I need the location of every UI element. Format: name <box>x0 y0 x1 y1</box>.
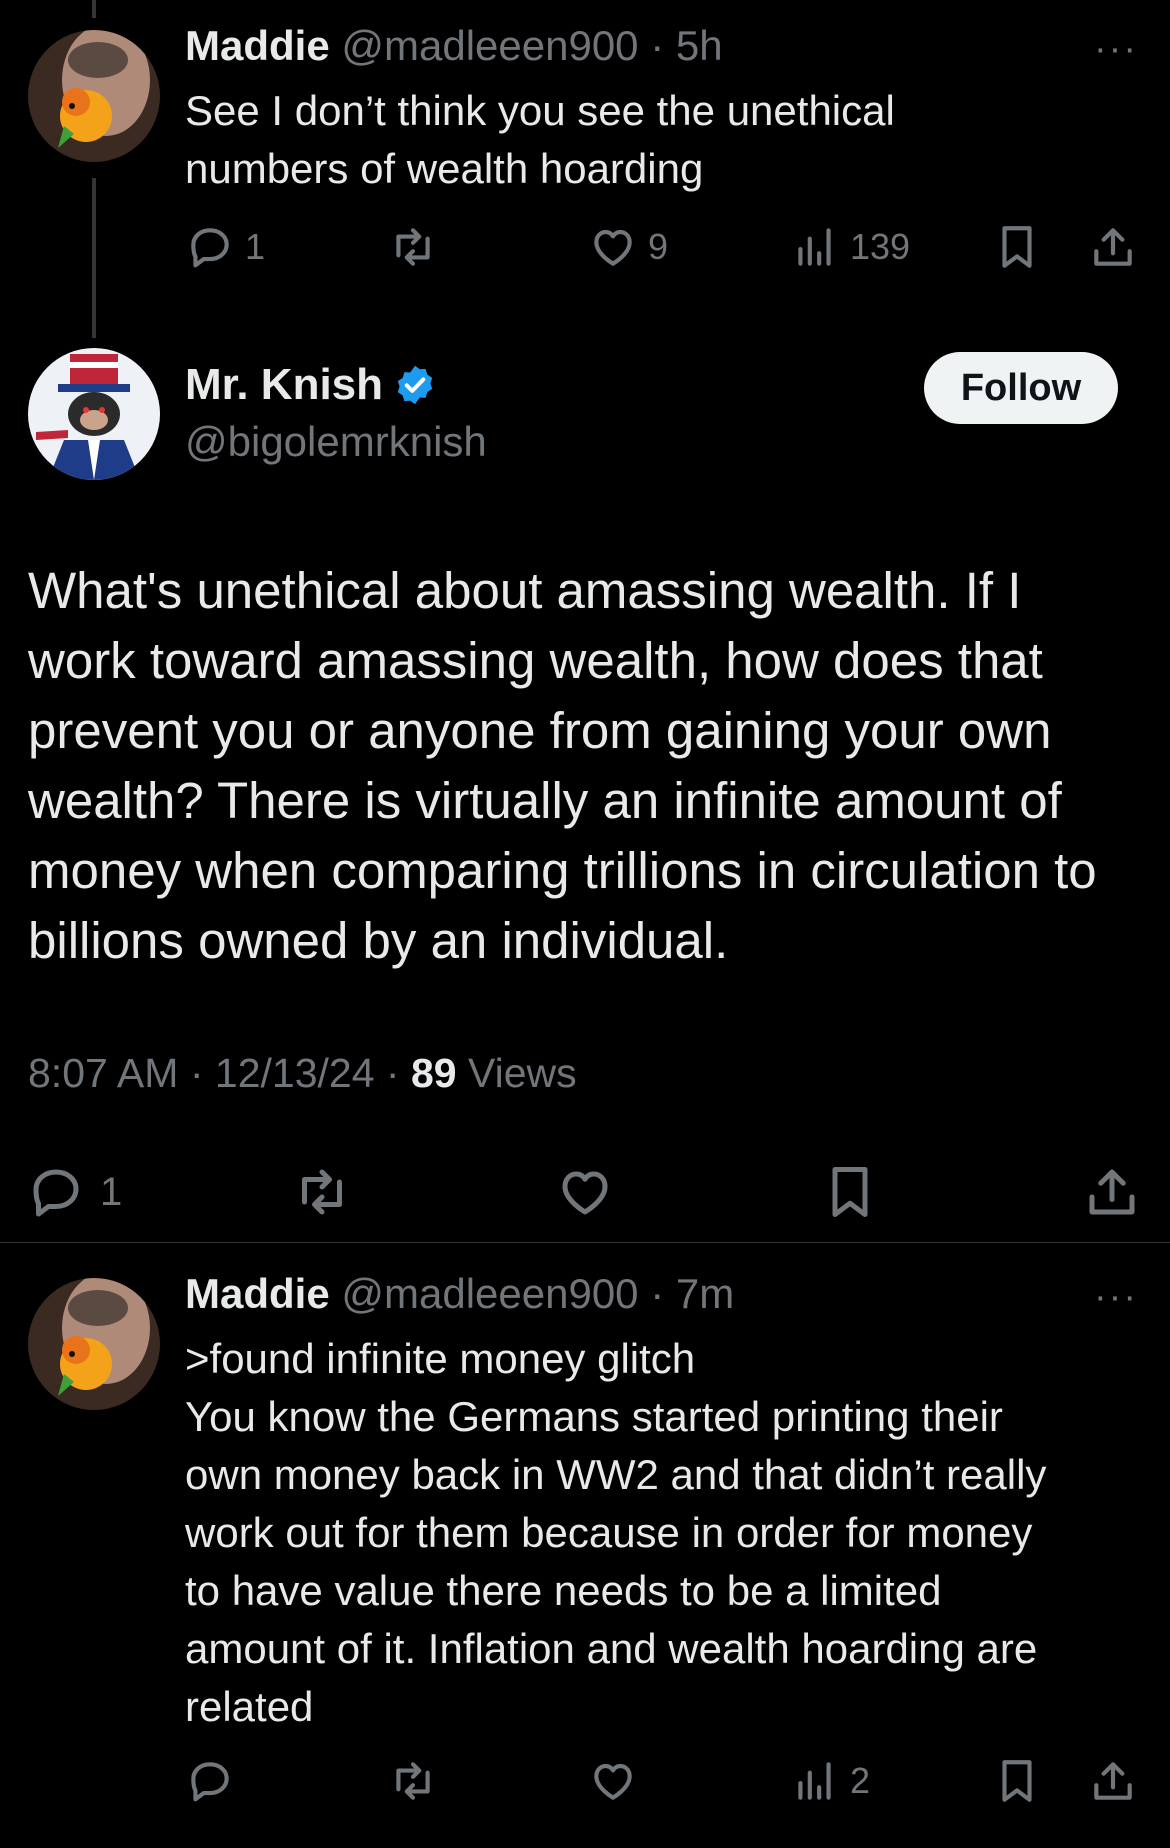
reply-icon <box>33 1169 79 1217</box>
tweet-time[interactable]: 8:07 AM <box>28 1050 178 1096</box>
share-button[interactable] <box>1088 1756 1138 1806</box>
author-name[interactable]: Maddie <box>185 1270 330 1317</box>
separator-dot: · <box>385 1050 400 1096</box>
share-icon <box>1089 1169 1135 1215</box>
more-options-icon[interactable]: ··· <box>1094 28 1138 71</box>
view-count: 2 <box>850 1760 871 1801</box>
tweet-text-line: own money back in WW2 and that didn’t re… <box>185 1451 1047 1498</box>
reply-button[interactable]: 1 <box>26 1162 122 1222</box>
like-button[interactable] <box>555 1162 615 1222</box>
follow-button[interactable]: Follow <box>924 352 1118 424</box>
more-options-icon[interactable]: ··· <box>1094 1276 1138 1319</box>
views-button[interactable]: 139 <box>790 222 910 272</box>
avatar[interactable] <box>28 30 160 162</box>
views-label[interactable]: Views <box>468 1050 577 1096</box>
tweet-text-line: related <box>185 1683 314 1730</box>
parrot-avatar-image <box>28 30 160 162</box>
view-count: 139 <box>850 226 911 267</box>
tweet-text: What's unethical about amassing wealth. … <box>28 562 1097 969</box>
tweet-text-line: >found infinite money glitch <box>185 1335 696 1382</box>
analytics-icon <box>798 228 831 266</box>
heart-icon <box>594 229 632 266</box>
author-handle[interactable]: @madleeen900 <box>341 1270 638 1317</box>
uncle-sam-monkey-avatar-image <box>28 348 160 480</box>
tweet-text-line: amount of it. Inflation and wealth hoard… <box>185 1625 1038 1672</box>
bookmark-button[interactable] <box>992 222 1042 272</box>
tweet-meta: 8:07 AM · 12/13/24 · 89 Views <box>28 1050 577 1097</box>
author-handle[interactable]: @madleeen900 <box>341 22 638 69</box>
reply-count: 1 <box>100 1169 123 1214</box>
reply-button[interactable]: 1 <box>185 222 265 272</box>
divider <box>0 1242 1170 1243</box>
reply-button[interactable] <box>185 1756 235 1806</box>
heart-icon <box>562 1171 608 1215</box>
bookmark-button[interactable] <box>820 1162 880 1222</box>
reply-icon <box>191 1762 229 1802</box>
retweet-icon <box>396 1762 430 1800</box>
bookmark-icon <box>1002 226 1032 268</box>
retweet-button[interactable] <box>388 222 438 272</box>
thread-line-connector <box>92 178 96 338</box>
separator-dot: · <box>650 22 665 69</box>
like-count: 9 <box>648 226 669 267</box>
tweet-date[interactable]: 12/13/24 <box>215 1050 375 1096</box>
like-button[interactable] <box>588 1756 638 1806</box>
tweet-text: >found infinite money glitch You know th… <box>185 1330 1130 1736</box>
tweet-text-line: numbers of wealth hoarding <box>185 145 704 192</box>
heart-icon <box>594 1763 632 1800</box>
verified-badge-icon <box>397 365 433 405</box>
reply-icon <box>191 228 229 268</box>
views-button[interactable]: 2 <box>790 1756 870 1806</box>
share-button[interactable] <box>1088 222 1138 272</box>
share-icon <box>1094 228 1132 266</box>
tweet-text-line: work out for them because in order for m… <box>185 1509 1033 1556</box>
retweet-button[interactable] <box>388 1756 438 1806</box>
timestamp[interactable]: 7m <box>676 1270 734 1317</box>
bookmark-icon <box>1002 1760 1032 1802</box>
share-icon <box>1094 1762 1132 1800</box>
timestamp[interactable]: 5h <box>676 22 723 69</box>
share-button[interactable] <box>1082 1162 1142 1222</box>
retweet-icon <box>396 228 430 266</box>
separator-dot: · <box>650 1270 665 1317</box>
tweet-header: Maddie @madleeen900 · 5h <box>185 22 723 70</box>
retweet-icon <box>302 1169 342 1215</box>
views-count: 89 <box>410 1050 457 1096</box>
tweet-text-line: See I don’t think you see the unethical <box>185 87 895 134</box>
like-button[interactable]: 9 <box>588 222 668 272</box>
tweet-text-line: You know the Germans started printing th… <box>185 1393 1003 1440</box>
author-name[interactable]: Maddie <box>185 22 330 69</box>
tweet-header: Maddie @madleeen900 · 7m <box>185 1270 734 1318</box>
retweet-button[interactable] <box>292 1162 352 1222</box>
parrot-avatar-image <box>28 1278 160 1410</box>
tweet-text: See I don’t think you see the unethical … <box>185 82 1130 198</box>
thread-line-top <box>92 0 96 18</box>
separator-dot: · <box>189 1050 204 1096</box>
bookmark-button[interactable] <box>992 1756 1042 1806</box>
tweet-text-line: to have value there needs to be a limite… <box>185 1567 942 1614</box>
analytics-icon <box>798 1762 831 1800</box>
avatar[interactable] <box>28 1278 160 1410</box>
author-name[interactable]: Mr. Knish <box>185 360 383 410</box>
bookmark-icon <box>832 1167 868 1217</box>
avatar[interactable] <box>28 348 160 480</box>
author-row: Mr. Knish <box>185 360 437 410</box>
reply-count: 1 <box>245 226 266 267</box>
author-handle[interactable]: @bigolemrknish <box>185 418 487 466</box>
